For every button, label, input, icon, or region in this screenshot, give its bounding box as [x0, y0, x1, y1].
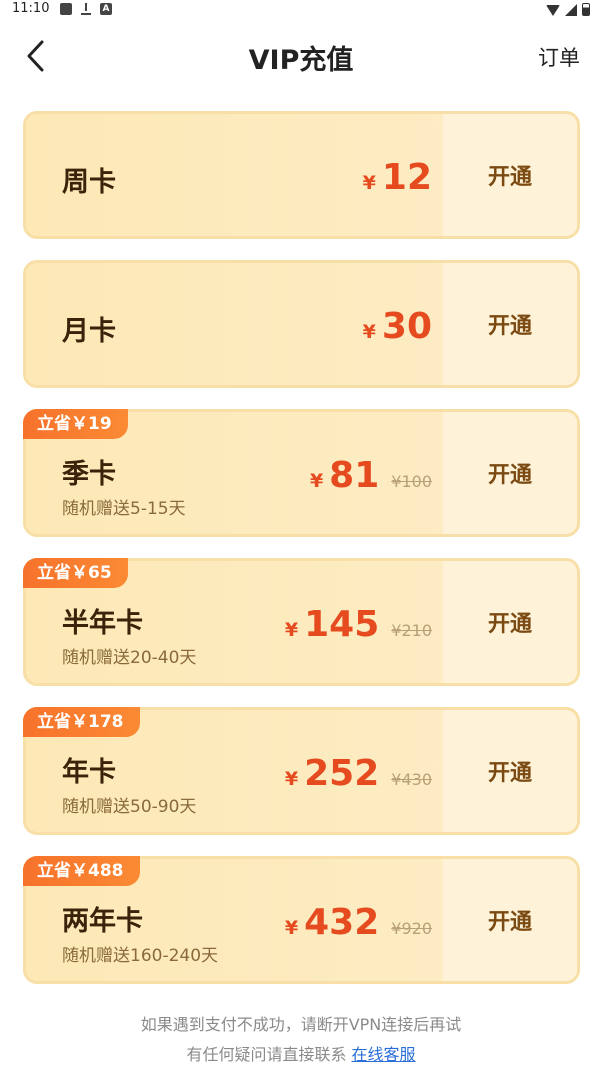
- plan-bonus: 随机赠送50-90天: [62, 797, 197, 817]
- original-price: ¥430: [391, 770, 432, 789]
- contact-line: 有任何疑问请直接联系 在线客服: [0, 1040, 602, 1070]
- plan-name: 季卡: [62, 459, 116, 490]
- plan-card-week[interactable]: 周卡 ¥ 12 开通: [23, 111, 580, 239]
- plan-name: 月卡: [62, 316, 116, 347]
- plan-card-two-year[interactable]: 两年卡 随机赠送160-240天 ¥ 432 ¥920 开通 立省￥488: [23, 856, 580, 984]
- open-button-half-year[interactable]: 开通: [443, 561, 577, 683]
- savings-badge: 立省￥178: [23, 707, 140, 737]
- plan-name: 两年卡: [62, 906, 143, 937]
- plan-name: 年卡: [62, 757, 116, 788]
- plan-price: ¥ 252 ¥430: [285, 754, 432, 794]
- price-amount: 81: [329, 455, 380, 496]
- currency-symbol: ¥: [309, 470, 324, 492]
- currency-symbol: ¥: [362, 321, 376, 343]
- savings-badge: 立省￥65: [23, 558, 128, 588]
- price-amount: 12: [381, 157, 432, 198]
- open-button-month[interactable]: 开通: [443, 263, 577, 385]
- status-time: 11:10: [12, 1, 50, 16]
- open-button-two-year[interactable]: 开通: [443, 859, 577, 981]
- price-amount: 432: [304, 902, 380, 943]
- footer-notice: 如果遇到支付不成功，请断开VPN连接后再试 有任何疑问请直接联系 在线客服: [0, 1010, 602, 1070]
- status-icons-left: A: [60, 3, 112, 15]
- price-amount: 252: [304, 753, 380, 794]
- download-icon: [80, 3, 92, 15]
- contact-prefix: 有任何疑问请直接联系: [186, 1045, 352, 1064]
- open-button-year[interactable]: 开通: [443, 710, 577, 832]
- plan-info: 月卡 ¥ 30: [26, 263, 446, 385]
- open-button-week[interactable]: 开通: [443, 114, 577, 236]
- savings-badge: 立省￥488: [23, 856, 140, 886]
- plan-name: 周卡: [62, 167, 116, 198]
- plan-price: ¥ 145 ¥210: [285, 605, 432, 645]
- currency-symbol: ¥: [284, 619, 299, 641]
- orders-button[interactable]: 订单: [538, 42, 580, 72]
- original-price: ¥920: [391, 919, 432, 938]
- plan-bonus: 随机赠送20-40天: [62, 648, 197, 668]
- status-icons-right: [546, 3, 590, 16]
- currency-symbol: ¥: [284, 917, 299, 939]
- plan-card-month[interactable]: 月卡 ¥ 30 开通: [23, 260, 580, 388]
- plan-price: ¥ 432 ¥920: [285, 903, 432, 943]
- page-title: VIP充值: [248, 45, 354, 76]
- plan-price: ¥ 12: [363, 158, 432, 198]
- original-price: ¥210: [391, 621, 432, 640]
- online-support-link[interactable]: 在线客服: [352, 1045, 416, 1064]
- plan-bonus: 随机赠送160-240天: [62, 946, 219, 966]
- plan-card-year[interactable]: 年卡 随机赠送50-90天 ¥ 252 ¥430 开通 立省￥178: [23, 707, 580, 835]
- vip-plan-list: 周卡 ¥ 12 开通 月卡 ¥ 30 开通 季卡 随机赠送5-15天 ¥ 81 …: [23, 111, 580, 1005]
- plan-info: 周卡 ¥ 12: [26, 114, 446, 236]
- status-bar: 11:10 A: [0, 0, 602, 20]
- currency-symbol: ¥: [284, 768, 299, 790]
- price-amount: 145: [304, 604, 380, 645]
- open-button-quarter[interactable]: 开通: [443, 412, 577, 534]
- nav-bar: VIP充值 订单: [0, 28, 602, 84]
- payment-tip: 如果遇到支付不成功，请断开VPN连接后再试: [140, 1015, 462, 1034]
- battery-icon: [582, 3, 590, 16]
- image-icon: [60, 3, 72, 15]
- plan-bonus: 随机赠送5-15天: [62, 499, 186, 519]
- plan-price: ¥ 30: [363, 307, 432, 347]
- plan-price: ¥ 81 ¥100: [310, 456, 432, 496]
- original-price: ¥100: [391, 472, 432, 491]
- price-amount: 30: [381, 306, 432, 347]
- plan-card-quarter[interactable]: 季卡 随机赠送5-15天 ¥ 81 ¥100 开通 立省￥19: [23, 409, 580, 537]
- plan-name: 半年卡: [62, 608, 143, 639]
- currency-symbol: ¥: [362, 172, 376, 194]
- a-icon: A: [100, 3, 112, 15]
- wifi-icon: [546, 5, 560, 16]
- savings-badge: 立省￥19: [23, 409, 128, 439]
- signal-icon: [565, 4, 577, 16]
- plan-card-half-year[interactable]: 半年卡 随机赠送20-40天 ¥ 145 ¥210 开通 立省￥65: [23, 558, 580, 686]
